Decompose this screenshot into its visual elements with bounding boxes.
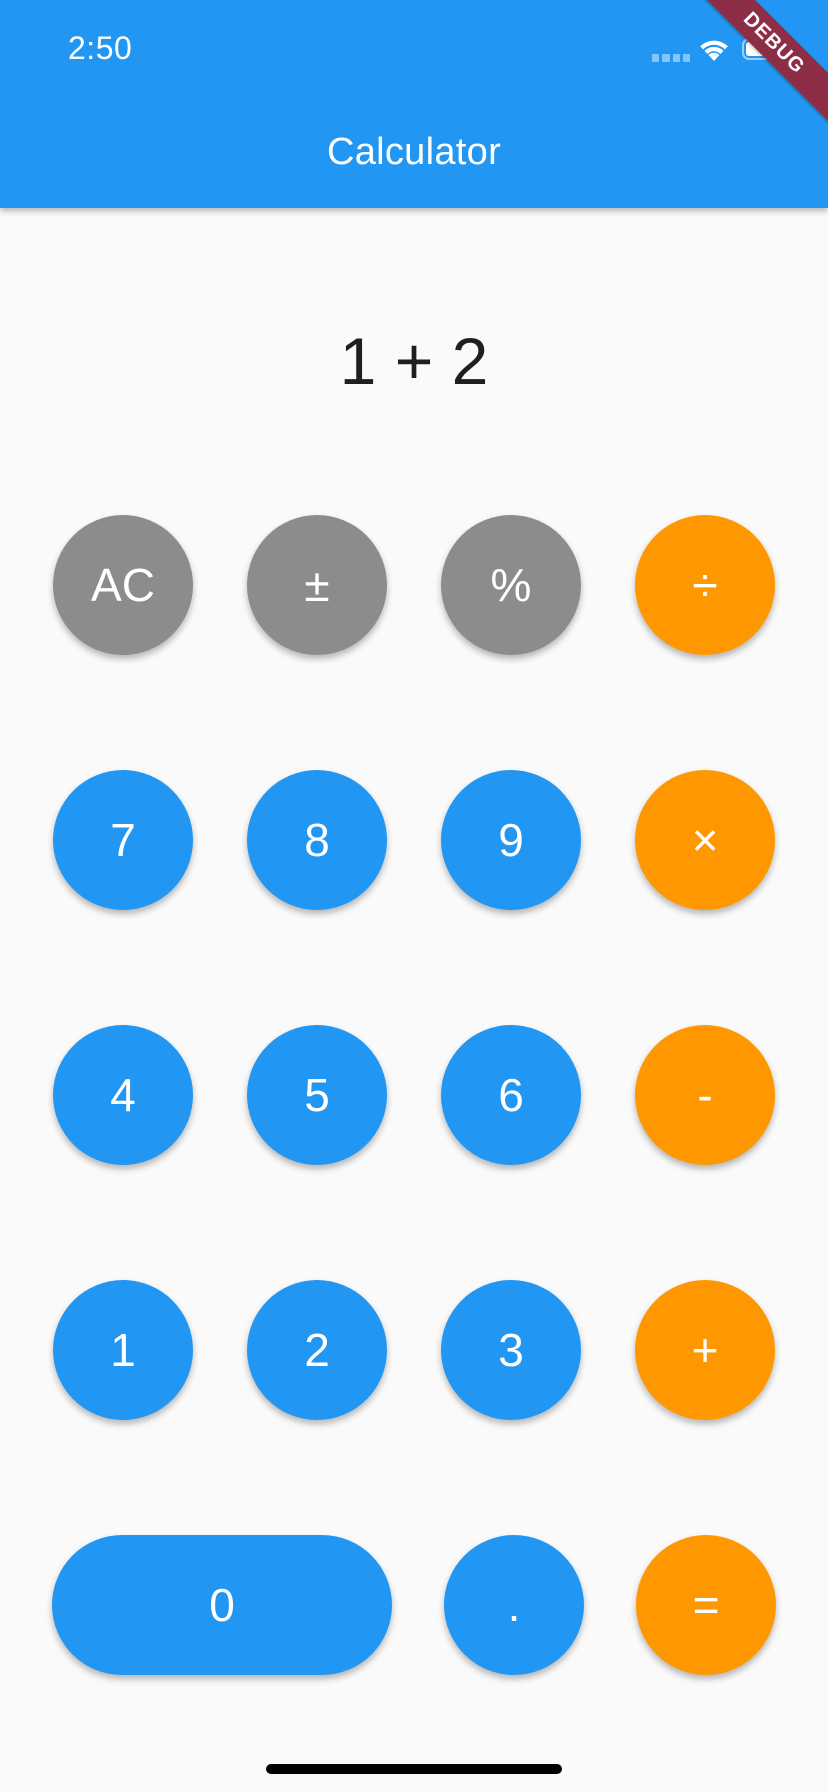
calculator-screen: 2:50 Calculator DEBUG 1 + 2 AC ± % ÷ 7 8… xyxy=(0,0,828,1792)
multiply-button[interactable]: × xyxy=(635,770,775,910)
cellular-signal-icon xyxy=(652,54,690,62)
divide-button[interactable]: ÷ xyxy=(635,515,775,655)
app-title: Calculator xyxy=(326,131,502,173)
digit-7-button[interactable]: 7 xyxy=(53,770,193,910)
digit-0-button[interactable]: 0 xyxy=(52,1535,392,1675)
status-time: 2:50 xyxy=(68,30,133,66)
battery-icon xyxy=(742,38,788,60)
plus-minus-button[interactable]: ± xyxy=(247,515,387,655)
digit-3-button[interactable]: 3 xyxy=(441,1280,581,1420)
digit-9-button[interactable]: 9 xyxy=(441,770,581,910)
subtract-button[interactable]: - xyxy=(635,1025,775,1165)
digit-5-button[interactable]: 5 xyxy=(247,1025,387,1165)
app-bar: 2:50 Calculator xyxy=(0,0,828,208)
digit-2-button[interactable]: 2 xyxy=(247,1280,387,1420)
wifi-icon xyxy=(700,40,728,61)
add-button[interactable]: + xyxy=(635,1280,775,1420)
decimal-point-button[interactable]: . xyxy=(444,1535,584,1675)
percent-button[interactable]: % xyxy=(441,515,581,655)
digit-6-button[interactable]: 6 xyxy=(441,1025,581,1165)
digit-1-button[interactable]: 1 xyxy=(53,1280,193,1420)
digit-8-button[interactable]: 8 xyxy=(247,770,387,910)
digit-4-button[interactable]: 4 xyxy=(53,1025,193,1165)
calculator-display: 1 + 2 xyxy=(339,324,489,398)
home-indicator[interactable] xyxy=(266,1764,562,1774)
clear-button[interactable]: AC xyxy=(53,515,193,655)
equals-button[interactable]: = xyxy=(636,1535,776,1675)
